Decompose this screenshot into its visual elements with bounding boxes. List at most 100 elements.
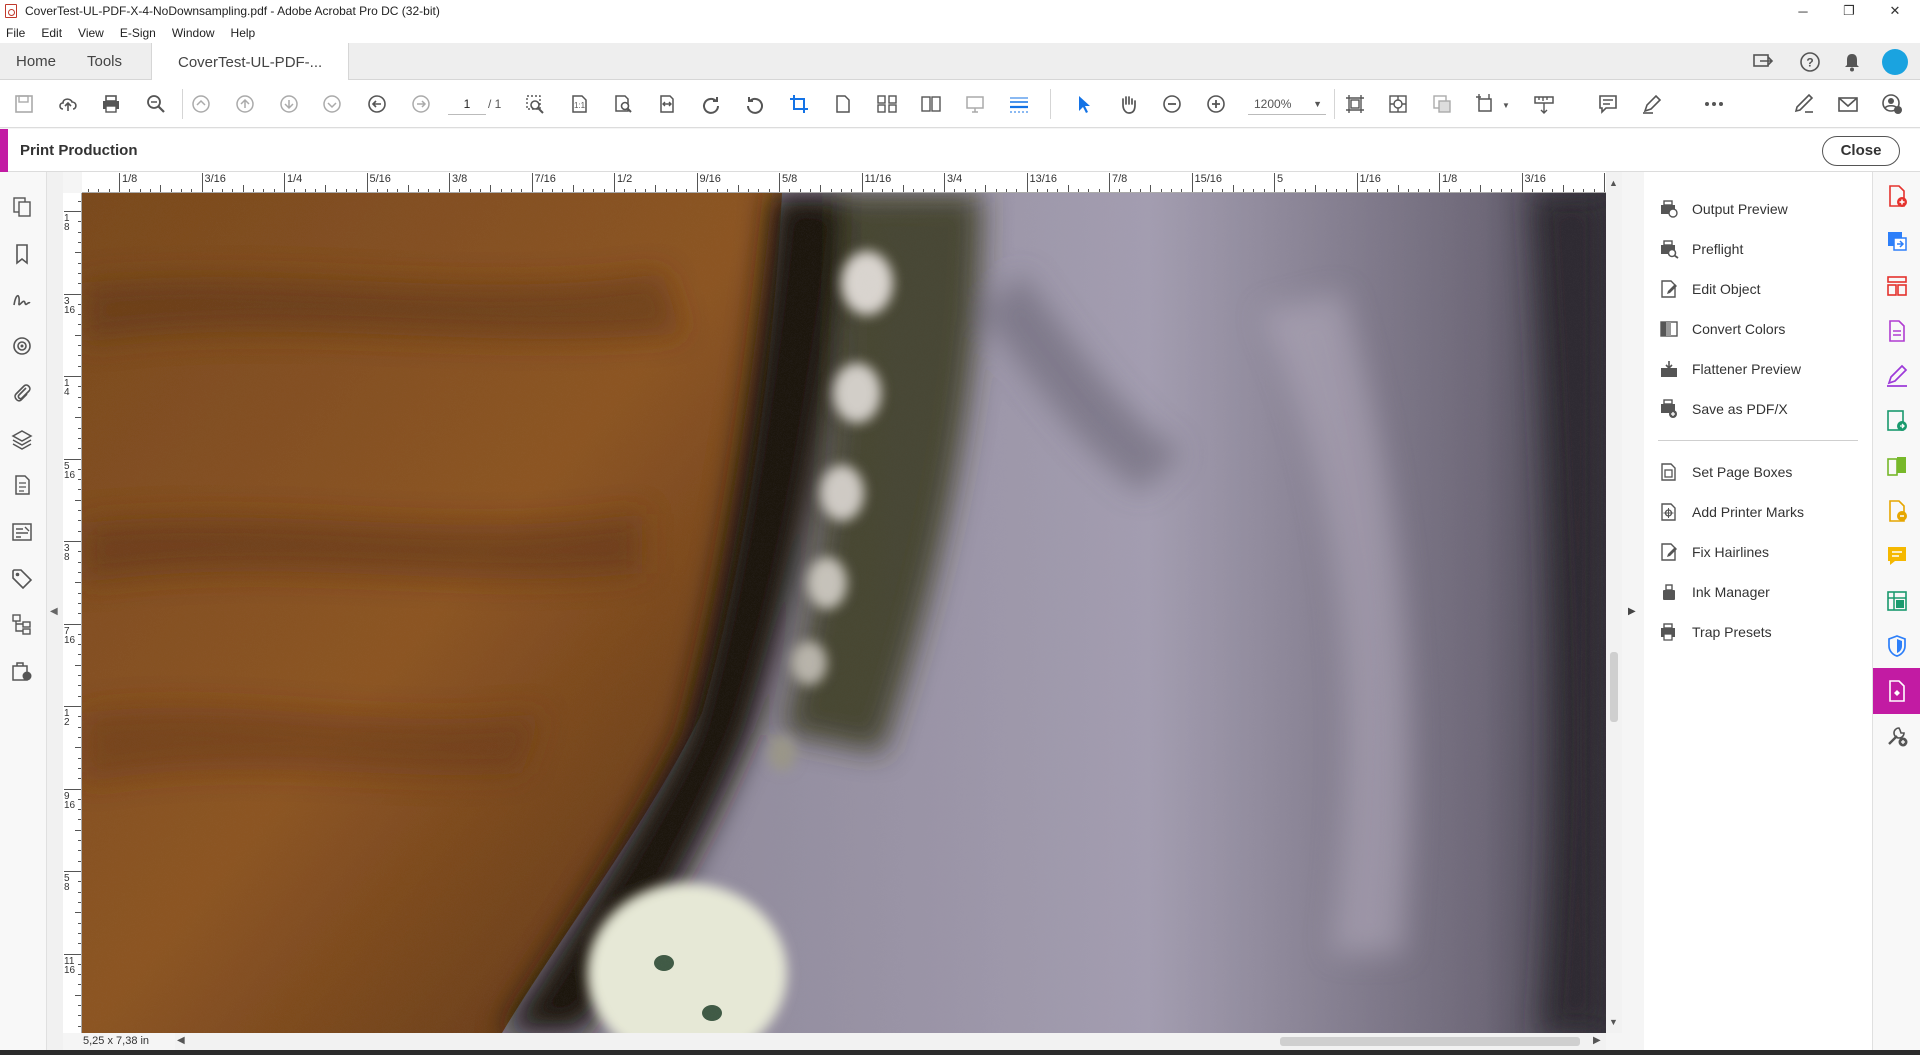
zoom-select[interactable]: 1200% ▼ (1248, 93, 1326, 115)
tab-document[interactable]: CoverTest-UL-PDF-... (151, 43, 350, 81)
ink-manager-item[interactable]: Ink Manager (1658, 577, 1770, 607)
compare-files-icon[interactable] (1885, 454, 1911, 480)
protect-icon[interactable] (1885, 634, 1911, 660)
layers-icon[interactable] (11, 428, 35, 452)
attachments-icon[interactable] (11, 382, 35, 406)
actual-size-icon[interactable]: 1:1 (567, 92, 591, 116)
rotate-counterclockwise-icon[interactable] (743, 92, 767, 116)
accessibility-check-icon[interactable] (11, 660, 35, 684)
crop-tool-icon[interactable] (787, 92, 811, 116)
rotate-clockwise-icon[interactable] (699, 92, 723, 116)
scroll-down-icon[interactable]: ▼ (1609, 1017, 1618, 1027)
export-pdf-icon[interactable] (1885, 229, 1911, 255)
more-tools-icon[interactable] (1702, 92, 1726, 116)
menu-edit[interactable]: Edit (41, 26, 62, 40)
set-page-boxes-item[interactable]: Set Page Boxes (1658, 457, 1792, 487)
back-view-icon[interactable] (365, 92, 389, 116)
avatar[interactable] (1882, 49, 1908, 75)
edit-object-tool-icon[interactable] (1430, 92, 1454, 116)
document-canvas[interactable] (82, 193, 1606, 1033)
last-page-icon[interactable] (320, 92, 344, 116)
order-panel-icon[interactable] (11, 474, 35, 498)
page-boxes-tool-icon[interactable] (1343, 92, 1367, 116)
zoom-search-icon[interactable] (144, 92, 168, 116)
scan-ocr-icon[interactable] (1885, 499, 1911, 525)
scroll-right-icon[interactable]: ▶ (1593, 1035, 1601, 1046)
zoom-out-icon[interactable] (1160, 92, 1184, 116)
more-tools-settings-icon[interactable] (1885, 724, 1911, 750)
cloud-upload-icon[interactable] (56, 92, 80, 116)
restore-button[interactable]: ❐ (1826, 0, 1872, 22)
single-page-icon[interactable] (831, 92, 855, 116)
line-weights-icon[interactable] (1007, 92, 1031, 116)
page-number-input[interactable]: 1 (448, 93, 486, 115)
save-icon[interactable] (12, 92, 36, 116)
send-for-signature-icon[interactable] (1885, 409, 1911, 435)
signatures-icon[interactable] (11, 289, 35, 313)
fill-sign-icon[interactable] (1792, 92, 1816, 116)
content-icon[interactable] (11, 335, 35, 359)
comment-tool-icon[interactable] (1885, 544, 1911, 570)
left-pane-toggle[interactable]: ◀ (47, 172, 63, 1055)
organize-pages-icon[interactable] (1885, 274, 1911, 300)
forward-view-icon[interactable] (409, 92, 433, 116)
marquee-zoom-icon[interactable] (523, 92, 547, 116)
presentation-icon[interactable] (963, 92, 987, 116)
close-tool-button[interactable]: Close (1822, 136, 1900, 166)
vertical-scroll-thumb[interactable] (1610, 652, 1618, 722)
fit-width-icon[interactable] (655, 92, 679, 116)
output-preview-item[interactable]: Output Preview (1658, 194, 1788, 224)
previous-page-icon[interactable] (233, 92, 257, 116)
model-tree-icon[interactable] (11, 613, 35, 637)
share-user-icon[interactable] (1880, 92, 1904, 116)
menu-view[interactable]: View (78, 26, 104, 40)
edit-pdf-icon[interactable] (1885, 319, 1911, 345)
menu-file[interactable]: File (6, 26, 25, 40)
minimize-button[interactable]: ─ (1780, 0, 1826, 22)
scroll-left-icon[interactable]: ◀ (177, 1035, 185, 1046)
scroll-up-icon[interactable]: ▲ (1609, 178, 1618, 188)
convert-colors-item[interactable]: Convert Colors (1658, 314, 1785, 344)
select-cursor-icon[interactable] (1072, 92, 1096, 116)
right-pane-toggle[interactable]: ▶ (1622, 172, 1644, 1055)
comment-icon[interactable] (1596, 92, 1620, 116)
add-printer-marks-item[interactable]: Add Printer Marks (1658, 497, 1804, 527)
destinations-icon[interactable] (11, 521, 35, 545)
flattener-preview-item[interactable]: Flattener Preview (1658, 354, 1801, 384)
print-production-tool-icon[interactable] (1885, 679, 1911, 705)
screen-share-icon[interactable] (1752, 51, 1774, 73)
hand-tool-icon[interactable] (1116, 92, 1140, 116)
tab-home[interactable]: Home (16, 43, 56, 80)
close-window-button[interactable]: ✕ (1872, 0, 1918, 22)
save-pdfx-item[interactable]: Save as PDF/X (1658, 394, 1788, 424)
bell-icon[interactable] (1841, 51, 1863, 73)
menu-esign[interactable]: E-Sign (120, 26, 156, 40)
vertical-scrollbar[interactable]: ▲ ▼ (1606, 172, 1622, 1033)
bookmarks-icon[interactable] (11, 243, 35, 267)
two-page-scroll-icon[interactable] (875, 92, 899, 116)
zoom-in-icon[interactable] (1204, 92, 1228, 116)
fit-page-search-icon[interactable] (611, 92, 635, 116)
preflight-item[interactable]: Preflight (1658, 234, 1743, 264)
help-icon[interactable]: ? (1799, 51, 1821, 73)
fix-hairlines-item[interactable]: Fix Hairlines (1658, 537, 1769, 567)
menu-help[interactable]: Help (231, 26, 256, 40)
trap-presets-item[interactable]: Trap Presets (1658, 617, 1772, 647)
fill-and-sign-icon[interactable] (1885, 364, 1911, 390)
first-page-icon[interactable] (189, 92, 213, 116)
horizontal-scroll-thumb[interactable] (1280, 1037, 1580, 1046)
prepare-form-icon[interactable] (1885, 589, 1911, 615)
tags-icon[interactable] (11, 567, 35, 591)
printer-marks-tool-icon[interactable] (1474, 92, 1498, 116)
horizontal-scrollbar[interactable]: ◀ ▶ (175, 1033, 1606, 1050)
create-pdf-icon[interactable] (1885, 184, 1911, 210)
edit-object-item[interactable]: Edit Object (1658, 274, 1760, 304)
ruler-tool-icon[interactable] (1532, 92, 1556, 116)
tab-tools[interactable]: Tools (87, 43, 122, 80)
two-page-view-icon[interactable] (919, 92, 943, 116)
email-icon[interactable] (1836, 92, 1860, 116)
page-thumbnails-icon[interactable] (11, 196, 35, 220)
output-preview-tool-icon[interactable] (1386, 92, 1410, 116)
next-page-icon[interactable] (277, 92, 301, 116)
chevron-down-icon[interactable]: ▼ (1502, 101, 1510, 110)
